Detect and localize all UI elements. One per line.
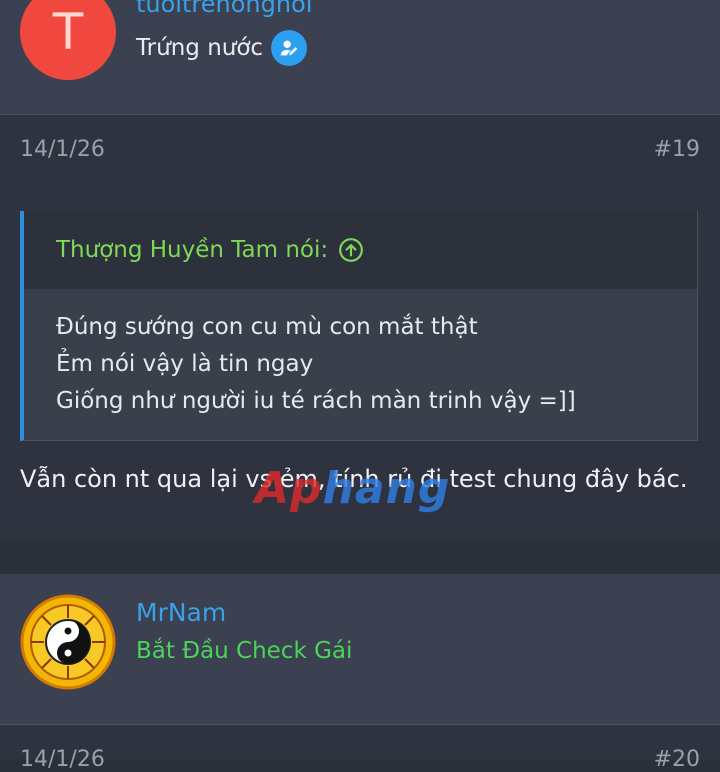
post-body: 14/1/26 #19 Thượng Huyền Tam nói: Đúng s… <box>0 115 720 541</box>
avatar-letter: T <box>52 3 84 61</box>
quote-block: Thượng Huyền Tam nói: Đúng sướng con cu … <box>20 211 698 441</box>
post-header: T tuoitrenongnoi Trứng nước <box>0 0 720 115</box>
user-rank: Trứng nước <box>136 30 308 66</box>
username-link[interactable]: MrNam <box>136 598 226 627</box>
post-number[interactable]: #19 <box>654 137 700 162</box>
quote-line: Giống như người iu té rách màn trinh vậy… <box>56 388 576 414</box>
username-link[interactable]: tuoitrenongnoi <box>136 0 312 18</box>
watermark: Aphang <box>255 463 450 514</box>
quote-author[interactable]: Thượng Huyền Tam nói: <box>56 237 328 263</box>
post-date[interactable]: 14/1/26 <box>20 137 105 162</box>
avatar[interactable]: T <box>20 0 116 80</box>
quote-content: Đúng sướng con cu mù con mắt thật Ẻm nói… <box>24 289 697 420</box>
arrow-up-circle-icon[interactable] <box>338 237 364 263</box>
quote-header[interactable]: Thượng Huyền Tam nói: <box>24 211 697 289</box>
rank-label: Trứng nước <box>136 35 264 61</box>
watermark-part: hang <box>322 463 451 514</box>
avatar[interactable] <box>20 594 116 690</box>
watermark-part: Ap <box>255 463 323 514</box>
user-edit-icon <box>271 30 308 66</box>
post-body: 14/1/26 #20 <box>0 725 720 772</box>
quote-line: Đúng sướng con cu mù con mắt thật <box>56 314 478 340</box>
user-rank: Bắt Đầu Check Gái <box>136 638 353 664</box>
post-header: MrNam Bắt Đầu Check Gái <box>0 574 720 725</box>
quote-line: Ẻm nói vậy là tin ngay <box>56 351 314 377</box>
yin-yang-icon <box>20 594 116 690</box>
